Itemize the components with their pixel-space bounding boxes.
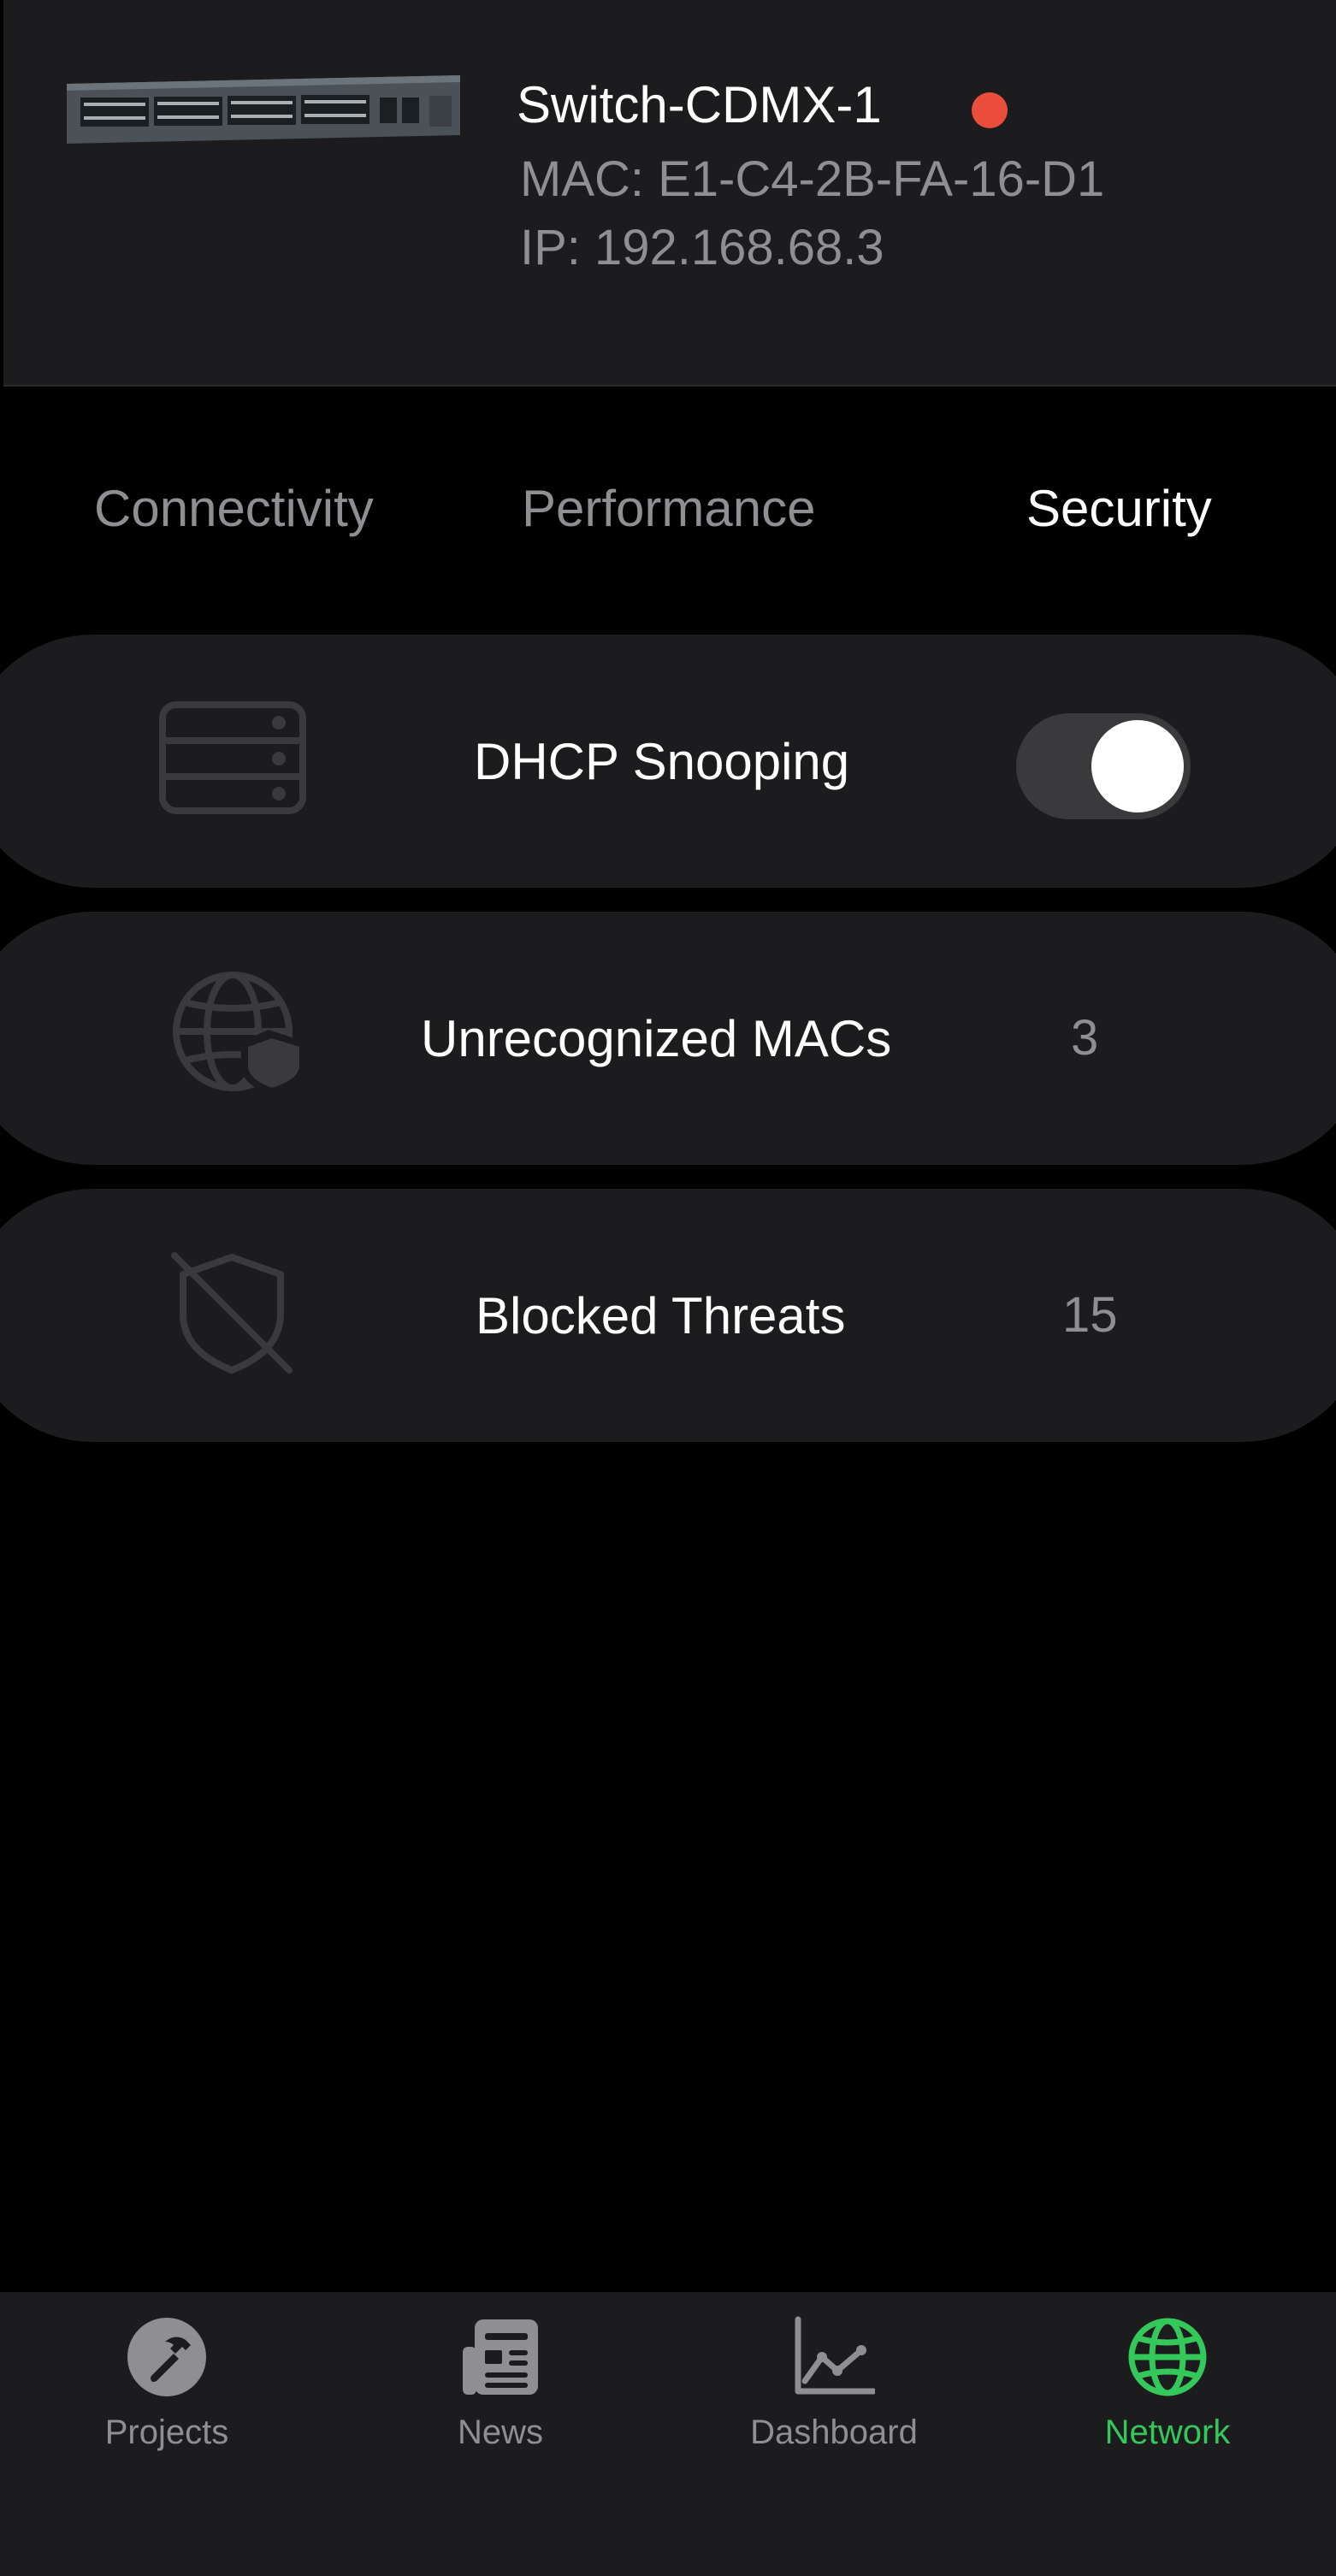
- device-name: Switch-CDMX-1: [517, 76, 882, 133]
- globe-shield-icon: [173, 972, 304, 1093]
- tabbar-label-projects: Projects: [104, 2414, 229, 2451]
- tabbar-label-news: News: [457, 2414, 544, 2451]
- blocked-threats-label: Blocked Threats: [476, 1287, 846, 1344]
- dhcp-snooping-label: DHCP Snooping: [474, 733, 850, 790]
- tabbar-item-news[interactable]: News: [334, 2292, 667, 2576]
- globe-icon: [1128, 2318, 1207, 2396]
- tabbar-label-dashboard: Dashboard: [750, 2414, 918, 2451]
- unrecognized-macs-count: 3: [1071, 1010, 1099, 1066]
- tabbar-item-dashboard[interactable]: Dashboard: [667, 2292, 1001, 2576]
- device-ip: IP: 192.168.68.3: [520, 220, 884, 275]
- tab-connectivity[interactable]: Connectivity: [94, 479, 374, 538]
- device-mac: MAC: E1-C4-2B-FA-16-D1: [520, 151, 1105, 207]
- dhcp-snooping-toggle[interactable]: [1016, 713, 1191, 819]
- tabbar-item-projects[interactable]: Projects: [0, 2292, 334, 2576]
- status-indicator: [972, 92, 1008, 128]
- network-switch-image: [67, 75, 460, 144]
- tabbar-item-network[interactable]: Network: [1001, 2292, 1334, 2576]
- newspaper-icon: [463, 2319, 538, 2395]
- tabbar-label-network: Network: [1104, 2414, 1231, 2451]
- chart-line-icon: [795, 2316, 875, 2395]
- bottom-tab-bar: Projects News Dashboard Network: [0, 2292, 1336, 2576]
- dhcp-snooping-card: DHCP Snooping: [0, 635, 1336, 888]
- unrecognized-macs-label: Unrecognized MACs: [421, 1010, 892, 1067]
- tab-performance[interactable]: Performance: [522, 479, 815, 538]
- device-header: Switch-CDMX-1 MAC: E1-C4-2B-FA-16-D1 IP:…: [3, 0, 1336, 387]
- hammer-icon: [127, 2318, 206, 2396]
- blocked-threats-card[interactable]: Blocked Threats 15: [0, 1189, 1336, 1442]
- blocked-threats-count: 15: [1062, 1287, 1118, 1343]
- shield-slash-icon: [171, 1252, 293, 1374]
- tab-security[interactable]: Security: [1026, 479, 1212, 538]
- server-rack-icon: [159, 701, 306, 814]
- unrecognized-macs-card[interactable]: Unrecognized MACs 3: [0, 912, 1336, 1165]
- toggle-knob: [1091, 720, 1184, 812]
